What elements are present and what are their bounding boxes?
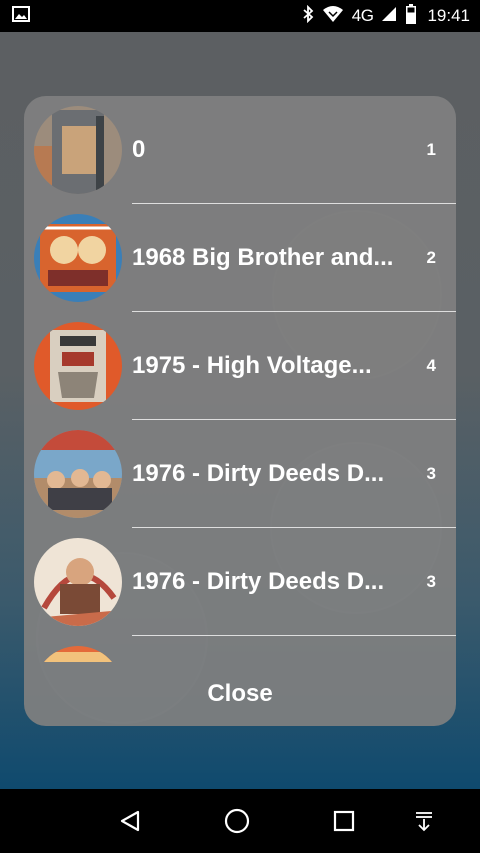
album-thumbnail <box>34 322 122 410</box>
list-item[interactable]: 1976 - Dirty Deeds D... 3 <box>24 528 456 636</box>
album-thumbnail <box>34 214 122 302</box>
album-count: 4 <box>426 356 436 375</box>
album-count: 2 <box>426 248 436 267</box>
album-thumbnail <box>34 538 122 626</box>
close-button[interactable]: Close <box>24 662 456 726</box>
signal-icon <box>381 6 397 27</box>
list-item[interactable]: 1975 - High Voltage... 4 <box>24 312 456 420</box>
wifi-icon <box>322 5 344 28</box>
image-notification-icon <box>12 5 30 27</box>
album-title: 0 <box>132 136 146 163</box>
clock: 19:41 <box>427 6 470 25</box>
album-title: 1968 Big Brother and... <box>132 244 394 271</box>
album-title: 1976 - Dirty Deeds D... <box>132 568 385 595</box>
album-count: 3 <box>426 464 436 483</box>
album-thumbnail <box>34 646 122 662</box>
battery-icon <box>405 3 417 29</box>
back-icon[interactable] <box>110 801 150 841</box>
navigation-bar <box>0 789 480 853</box>
list-item[interactable]: 1968 Big Brother and... 2 <box>24 204 456 312</box>
album-thumbnail <box>34 106 122 194</box>
list-item-partial[interactable] <box>24 636 456 662</box>
bluetooth-icon <box>302 4 314 28</box>
album-title: 1975 - High Voltage... <box>132 352 372 379</box>
notification-shade-icon[interactable] <box>404 801 444 841</box>
album-picker-dialog: 0 1 1968 Big Brother and... 2 1975 - Hig… <box>24 96 456 726</box>
list-item[interactable]: 1976 - Dirty Deeds D... 3 <box>24 420 456 528</box>
album-count: 3 <box>426 572 436 591</box>
network-type: 4G <box>351 6 374 25</box>
album-list[interactable]: 0 1 1968 Big Brother and... 2 1975 - Hig… <box>24 96 456 662</box>
recents-icon[interactable] <box>324 801 364 841</box>
album-count: 1 <box>426 140 436 159</box>
album-title: 1976 - Dirty Deeds D... <box>132 460 385 487</box>
home-icon[interactable] <box>217 801 257 841</box>
status-bar: 4G 19:41 <box>0 0 480 32</box>
list-item[interactable]: 0 1 <box>24 96 456 204</box>
album-thumbnail <box>34 430 122 518</box>
